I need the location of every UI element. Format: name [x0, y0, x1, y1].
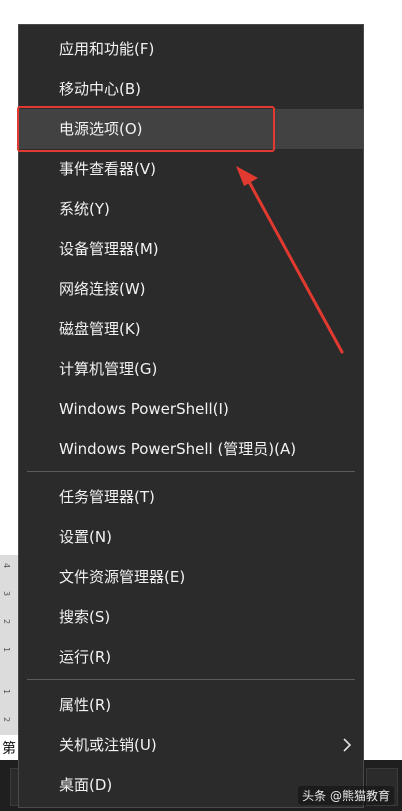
menu-item-shutdown-signout[interactable]: 关机或注销(U)	[19, 725, 363, 765]
menu-separator	[27, 679, 355, 680]
menu-item-task-manager[interactable]: 任务管理器(T)	[19, 477, 363, 517]
menu-item-apps-and-features[interactable]: 应用和功能(F)	[19, 29, 363, 69]
vertical-ruler: 4 3 2 1 1 2	[0, 555, 19, 735]
menu-item-search[interactable]: 搜索(S)	[19, 597, 363, 637]
ruler-tick: 1	[2, 646, 12, 653]
menu-item-system[interactable]: 系统(Y)	[19, 189, 363, 229]
screen: 4 3 2 1 1 2 第 应用和功能(F) 移动中心(B) 电源选项(O) 事…	[0, 0, 402, 811]
menu-item-computer-management[interactable]: 计算机管理(G)	[19, 349, 363, 389]
watermark: 头条 @熊猫教育	[298, 786, 394, 805]
ruler-tick: 3	[2, 590, 12, 597]
menu-item-powershell[interactable]: Windows PowerShell(I)	[19, 389, 363, 429]
ruler-tick: 1	[2, 688, 12, 695]
ruler-tick: 2	[2, 716, 12, 723]
document-text: 第	[2, 741, 16, 757]
ruler-tick: 2	[2, 618, 12, 625]
menu-item-powershell-admin[interactable]: Windows PowerShell (管理员)(A)	[19, 429, 363, 469]
menu-item-disk-management[interactable]: 磁盘管理(K)	[19, 309, 363, 349]
background-right-area	[366, 0, 402, 760]
menu-item-properties[interactable]: 属性(R)	[19, 685, 363, 725]
menu-item-device-manager[interactable]: 设备管理器(M)	[19, 229, 363, 269]
annotation-highlight-box	[17, 106, 275, 152]
menu-item-event-viewer[interactable]: 事件查看器(V)	[19, 149, 363, 189]
menu-item-mobility-center[interactable]: 移动中心(B)	[19, 69, 363, 109]
menu-separator	[27, 471, 355, 472]
menu-item-label: 关机或注销(U)	[59, 736, 157, 754]
menu-item-file-explorer[interactable]: 文件资源管理器(E)	[19, 557, 363, 597]
menu-item-network-connections[interactable]: 网络连接(W)	[19, 269, 363, 309]
ruler-tick: 4	[2, 562, 12, 569]
chevron-right-icon	[343, 738, 352, 752]
menu-item-settings[interactable]: 设置(N)	[19, 517, 363, 557]
menu-item-run[interactable]: 运行(R)	[19, 637, 363, 677]
